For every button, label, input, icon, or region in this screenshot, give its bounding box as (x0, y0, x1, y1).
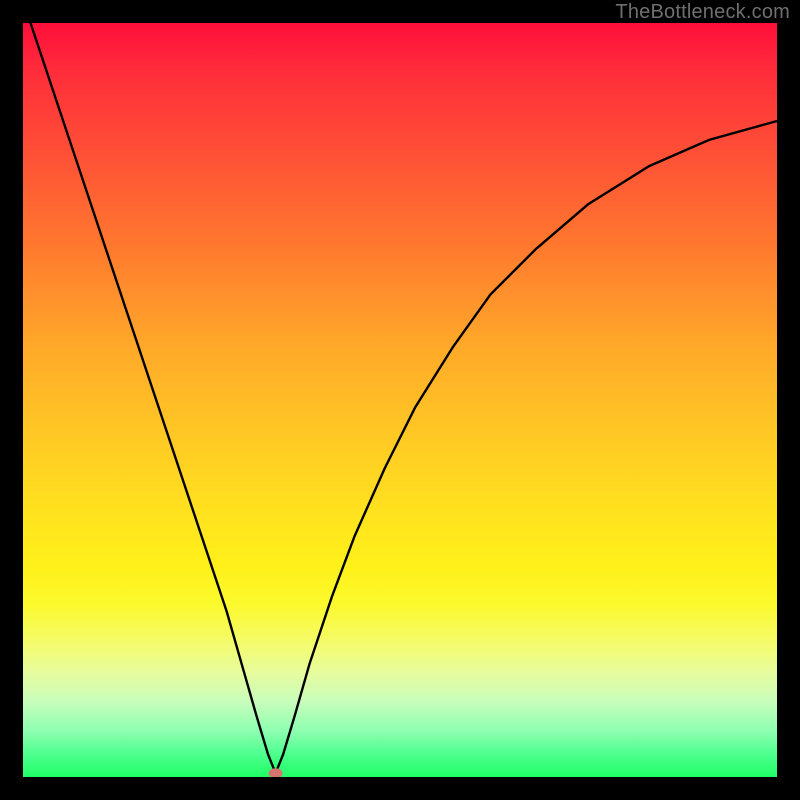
minimum-marker (269, 768, 283, 777)
watermark-text: TheBottleneck.com (615, 1, 790, 24)
bottleneck-curve (31, 23, 777, 773)
chart-frame: TheBottleneck.com (0, 0, 800, 800)
plot-svg (23, 23, 777, 777)
